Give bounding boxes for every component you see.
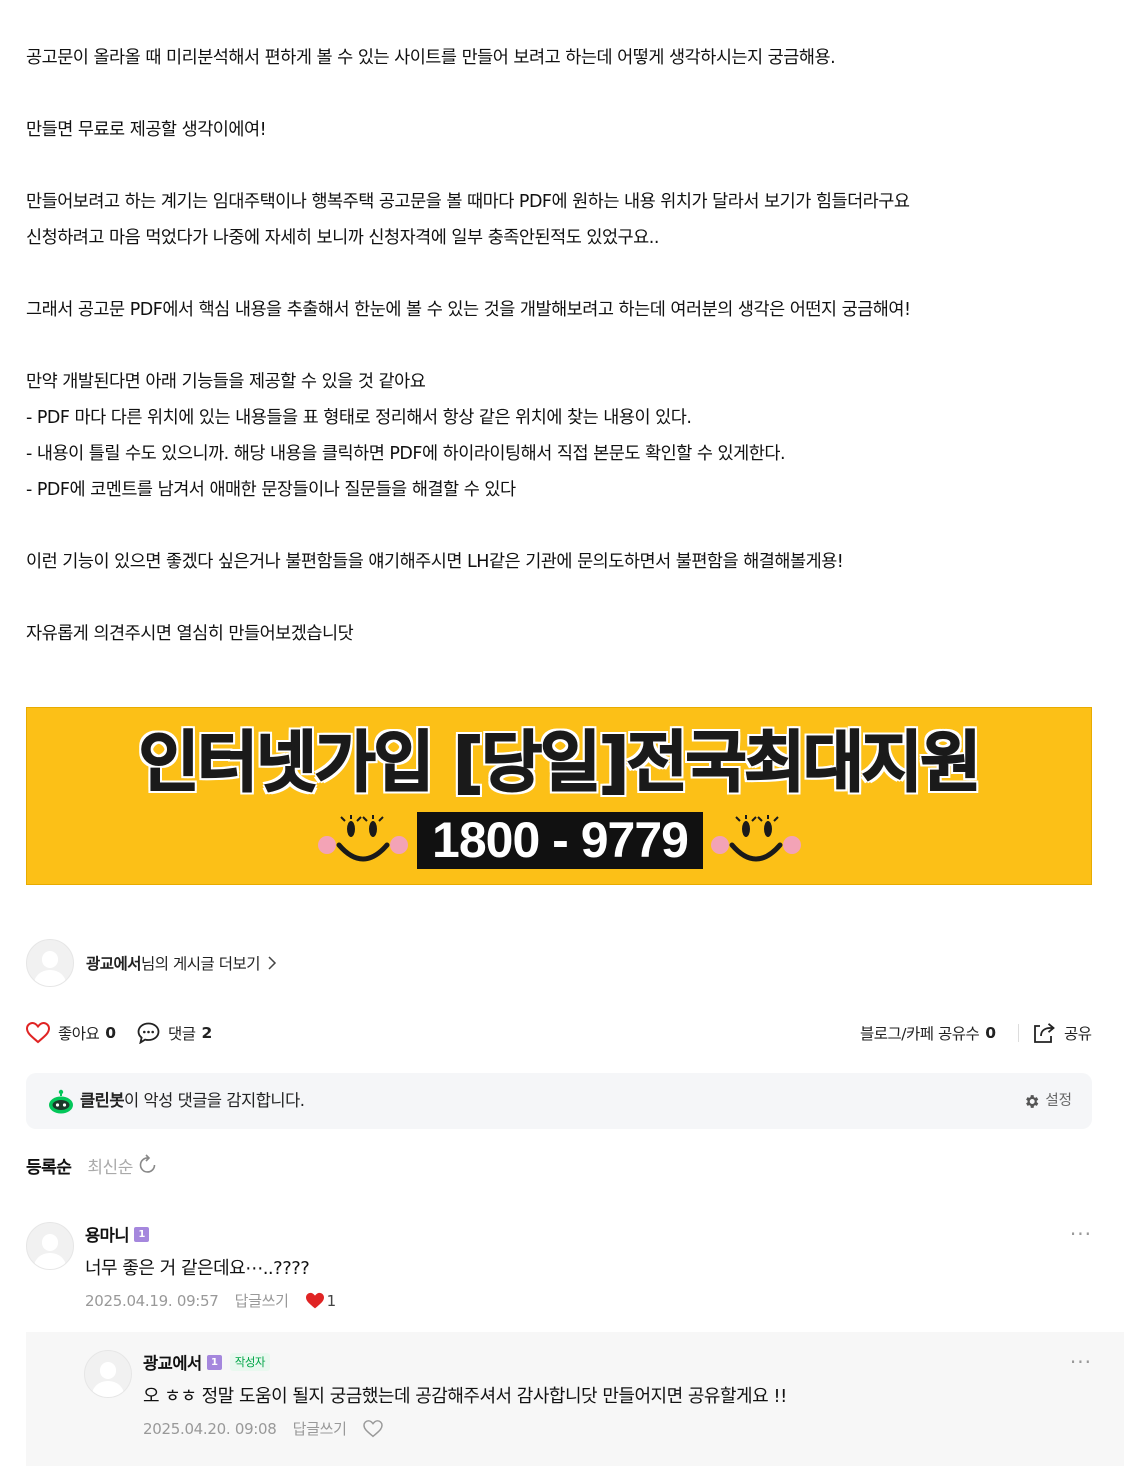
ad-banner[interactable]: 인터넷가입 [당일]전국최대지원 1800 - 9779 [26,707,1092,885]
comment-author-name[interactable]: 용마니 [85,1222,130,1246]
like-label: 좋아요 [58,1025,100,1043]
ad-banner-title: 인터넷가입 [당일]전국최대지원 [138,724,983,801]
more-options-button[interactable]: ··· [1070,1350,1092,1374]
cleanbot-name: 클린봇 [80,1091,125,1110]
post-paragraph: 만들어보려고 하는 계기는 임대주택이나 행복주택 공고문을 볼 때마다 PDF… [26,192,910,212]
comment-date: 2025.04.20. 09:08 [143,1419,277,1438]
chevron-right-icon [268,956,277,970]
post-paragraph: 신청하려고 마음 먹었다가 나중에 자세히 보니까 신청자격에 일부 충족안된적… [26,228,659,248]
divider [1018,1024,1019,1042]
share-count-label: 블로그/카페 공유수 [860,1025,980,1043]
level-badge: 1 [206,1354,222,1370]
cleanbot-settings-label: 설정 [1045,1093,1072,1109]
post-body: 공고문이 올라올 때 미리분석해서 편하게 볼 수 있는 사이트를 만들어 보려… [26,40,1096,652]
avatar[interactable] [84,1350,132,1398]
comment-item: 용마니 1 너무 좋은 거 같은데요⋯..???? 2025.04.19. 09… [26,1222,1092,1322]
comment-meta: 2025.04.19. 09:57 답글쓰기 1 [85,1290,336,1311]
like-count: 0 [105,1024,116,1042]
avatar[interactable] [26,1222,74,1270]
author-more-text[interactable]: 광교에서님의 게시글 더보기 [86,952,277,974]
post-paragraph: 자유롭게 의견주시면 열심히 만들어보겠습니닷 [26,624,354,644]
level-badge: 1 [134,1226,150,1242]
heart-outline-icon [362,1419,383,1437]
sort-option-latest[interactable]: 최신순 [87,1153,133,1178]
cleanbot-description: 이 악성 댓글을 감지합니다. [124,1091,305,1110]
share-count: 블로그/카페 공유수 0 [860,1018,996,1048]
comment-like-button[interactable] [362,1419,383,1438]
cleanbot-robot-icon [49,1089,73,1114]
heart-filled-icon [305,1292,324,1308]
gear-icon [1026,1094,1039,1108]
more-options-button[interactable]: ··· [1070,1222,1092,1246]
cleanbot-settings-button[interactable]: 설정 [1023,1073,1072,1129]
post-paragraph: 공고문이 올라올 때 미리분석해서 편하게 볼 수 있는 사이트를 만들어 보려… [26,48,836,68]
author-badge: 작성자 [229,1353,270,1371]
sort-option-registered[interactable]: 등록순 [26,1153,72,1178]
share-button[interactable]: 공유 [1032,1018,1092,1048]
share-icon [1034,1023,1055,1043]
comment-like-button[interactable]: 1 [305,1292,336,1310]
author-more-label: 님의 게시글 더보기 [141,955,260,973]
smiley-icon [711,815,801,862]
comment-author-name[interactable]: 광교에서 [143,1350,202,1374]
refresh-icon[interactable] [137,1154,159,1176]
comment-body: 너무 좋은 거 같은데요⋯..???? [85,1258,310,1279]
heart-outline-icon [26,1022,50,1044]
reply-item: 광교에서 1 작성자 오 ㅎㅎ 정말 도움이 될지 궁금했는데 공감해주셔서 감… [84,1350,1092,1450]
author-more-link[interactable]: 광교에서님의 게시글 더보기 [26,939,277,987]
reply-button[interactable]: 답글쓰기 [235,1290,289,1311]
reply-button[interactable]: 답글쓰기 [293,1418,347,1439]
smiley-icon [318,815,408,862]
post-paragraph: 만약 개발된다면 아래 기능들을 제공할 수 있을 것 같아요 [26,372,426,392]
comment-date: 2025.04.19. 09:57 [85,1291,219,1310]
comment-count: 2 [201,1024,213,1042]
comment-like-count: 1 [326,1291,337,1310]
comment-label: 댓글 [168,1025,196,1043]
author-name: 광교에서 [86,955,142,973]
comment-sort: 등록순 최신순 [26,1152,159,1178]
post-paragraph: - PDF에 코멘트를 남겨서 애매한 문장들이나 질문들을 해결할 수 있다 [26,480,516,500]
comment-author[interactable]: 용마니 1 [85,1222,336,1246]
post-paragraph: - 내용이 틀릴 수도 있으니까. 해당 내용을 클릭하면 PDF에 하이라이팅… [26,444,786,464]
cleanbot-text: 클린봇이 악성 댓글을 감지합니다. [80,1073,305,1129]
comment-bubble-icon [137,1022,160,1044]
post-paragraph: 그래서 공고문 PDF에서 핵심 내용을 추출해서 한눈에 볼 수 있는 것을 … [26,300,911,320]
post-paragraph: 만들면 무료로 제공할 생각이에여! [26,120,267,140]
post-paragraph: - PDF 마다 다른 위치에 있는 내용들을 표 형태로 정리해서 항상 같은… [26,408,692,428]
comment-button[interactable]: 댓글 2 [137,1018,212,1048]
share-count-value: 0 [985,1024,996,1042]
share-label: 공유 [1064,1025,1092,1043]
like-button[interactable]: 좋아요 0 [26,1018,116,1048]
comment-body: 오 ㅎㅎ 정말 도움이 될지 궁금했는데 공감해주셔서 감사합니닷 만들어지면 … [143,1386,787,1407]
comment-meta: 2025.04.20. 09:08 답글쓰기 [143,1418,787,1439]
avatar[interactable] [26,939,74,987]
cleanbot-notice: 클린봇이 악성 댓글을 감지합니다. 설정 [26,1073,1092,1129]
post-paragraph: 이런 기능이 있으면 좋겠다 싶은거나 불편함들을 얘기해주시면 LH같은 기관… [26,552,844,572]
comment-author[interactable]: 광교에서 1 작성자 [143,1350,787,1374]
ad-phone-number: 1800 - 9779 [417,812,703,869]
post-actions: 좋아요 0 댓글 2 블로그/카페 공유수 0 공유 [26,1018,1096,1048]
